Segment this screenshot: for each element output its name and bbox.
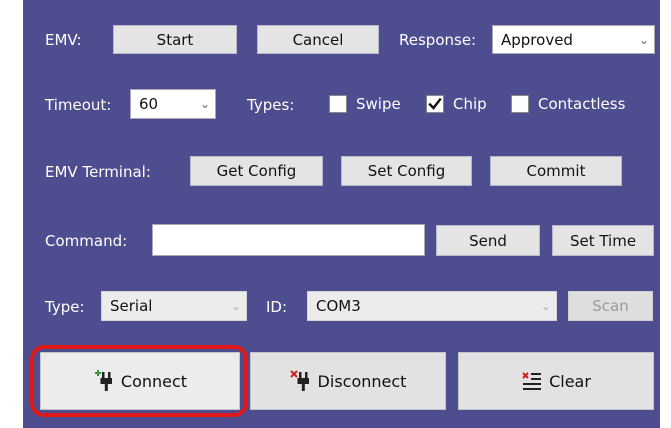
connect-button[interactable]: Connect bbox=[40, 352, 240, 410]
emv-label: EMV: bbox=[45, 31, 82, 49]
type-select[interactable]: Serial ⌄ bbox=[101, 291, 247, 321]
connect-button-label: Connect bbox=[120, 371, 188, 391]
plug-plus-icon bbox=[94, 370, 112, 391]
swipe-checkbox[interactable] bbox=[329, 95, 347, 113]
clear-button-label: Clear bbox=[549, 371, 591, 391]
chevron-down-icon: ⌄ bbox=[199, 97, 211, 111]
timeout-select-value: 60 bbox=[139, 95, 159, 113]
clear-lines-icon bbox=[522, 372, 542, 390]
timeout-label: Timeout: bbox=[45, 96, 112, 114]
chevron-down-icon: ⌄ bbox=[540, 299, 552, 313]
timeout-select[interactable]: 60 ⌄ bbox=[130, 89, 216, 119]
id-label: ID: bbox=[266, 298, 288, 316]
swipe-checkbox-label: Swipe bbox=[356, 95, 401, 113]
cancel-button[interactable]: Cancel bbox=[257, 25, 379, 54]
clear-button[interactable]: Clear bbox=[458, 352, 654, 410]
id-select[interactable]: COM3 ⌄ bbox=[307, 291, 557, 321]
type-select-value: Serial bbox=[110, 297, 153, 315]
id-select-value: COM3 bbox=[316, 297, 361, 315]
chip-checkbox-label: Chip bbox=[453, 95, 487, 113]
get-config-button[interactable]: Get Config bbox=[190, 156, 323, 186]
plug-x-icon bbox=[289, 370, 309, 391]
send-button[interactable]: Send bbox=[436, 225, 540, 256]
chip-checkbox[interactable] bbox=[426, 95, 444, 113]
emv-terminal-label: EMV Terminal: bbox=[45, 163, 151, 181]
response-select-value: Approved bbox=[501, 30, 573, 49]
disconnect-button-label: Disconnect bbox=[317, 371, 407, 391]
set-config-button[interactable]: Set Config bbox=[341, 156, 472, 186]
response-label: Response: bbox=[399, 31, 477, 49]
commit-button[interactable]: Commit bbox=[490, 156, 622, 186]
set-time-button[interactable]: Set Time bbox=[552, 225, 654, 256]
command-input[interactable] bbox=[152, 224, 425, 256]
type-label: Type: bbox=[45, 298, 85, 316]
types-label: Types: bbox=[247, 96, 295, 114]
command-label: Command: bbox=[45, 232, 128, 250]
chevron-down-icon: ⌄ bbox=[638, 32, 650, 47]
scan-button[interactable]: Scan bbox=[568, 291, 653, 321]
disconnect-button[interactable]: Disconnect bbox=[250, 352, 446, 410]
check-icon bbox=[428, 97, 442, 110]
response-select[interactable]: Approved ⌄ bbox=[492, 25, 655, 54]
contactless-checkbox-label: Contactless bbox=[538, 95, 626, 113]
contactless-checkbox[interactable] bbox=[511, 95, 529, 113]
start-button[interactable]: Start bbox=[113, 25, 237, 54]
chevron-down-icon: ⌄ bbox=[230, 299, 242, 313]
